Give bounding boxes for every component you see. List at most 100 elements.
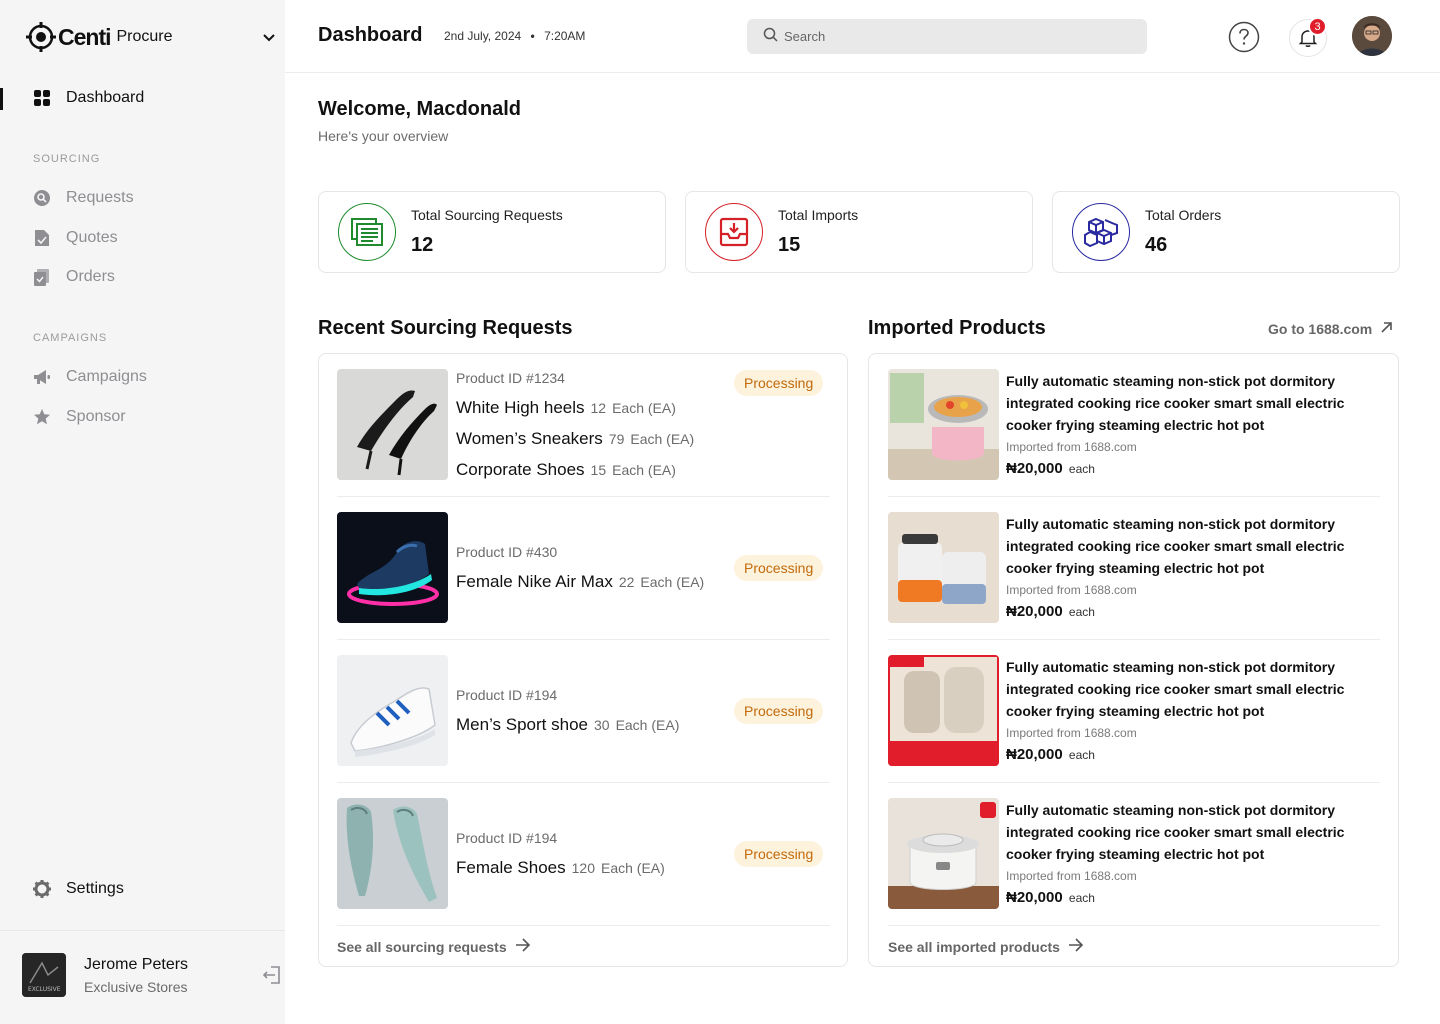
notification-badge: 3 (1308, 17, 1327, 36)
price-value: ₦20,000 (1006, 889, 1063, 906)
orders-icon (33, 268, 51, 286)
sidebar-item-settings[interactable]: Settings (33, 877, 124, 901)
user-store: Exclusive Stores (84, 979, 188, 995)
welcome-subtitle: Here's your overview (318, 128, 449, 144)
search-bar[interactable] (747, 19, 1147, 54)
list-item[interactable]: Product ID #1234 White High heels 12 Each … (337, 354, 830, 497)
price-unit: each (1068, 462, 1095, 476)
logout-icon[interactable] (262, 965, 282, 985)
time-text: 7:20AM (544, 29, 586, 43)
sidebar-item-label: Quotes (66, 229, 118, 246)
go-to-1688-link[interactable]: Go to 1688.com (1268, 321, 1393, 337)
status-badge: Processing (734, 698, 824, 724)
page-title: Dashboard (318, 24, 423, 46)
user-name: Jerome Peters (84, 956, 189, 973)
chevron-down-icon[interactable] (262, 30, 276, 44)
price-unit: each (1068, 605, 1095, 619)
list-item[interactable]: Product ID #194 Men’s Sport shoe 30 Each (… (337, 640, 830, 783)
divider (0, 930, 285, 931)
link-label: See all imported products (888, 938, 1060, 955)
list-item[interactable]: Fully automatic steaming non-stick pot d… (888, 497, 1380, 640)
stat-card-orders[interactable]: Total Orders 46 (1052, 191, 1400, 273)
stat-label: Total Orders (1145, 207, 1222, 223)
sidebar-item-orders[interactable]: Orders (33, 265, 115, 289)
item-unit: Each (EA) (612, 462, 676, 478)
request-line: Female Shoes 120 Each (EA) (456, 858, 665, 878)
gear-icon (33, 880, 51, 898)
sidebar: Centi Procure Dashboard SOURCING Request… (0, 0, 285, 1024)
brand-switcher[interactable]: Centi Procure (26, 20, 173, 54)
status-badge: Processing (734, 555, 824, 581)
product-price: ₦20,000 each (1006, 889, 1095, 906)
topbar: Dashboard 2nd July, 2024 • 7:20AM (285, 0, 1440, 73)
list-item[interactable]: Product ID #430 Female Nike Air Max 22 Eac… (337, 497, 830, 640)
sidebar-item-requests[interactable]: Requests (33, 186, 134, 210)
product-title: Fully automatic steaming non-stick pot d… (1006, 802, 1345, 862)
price-value: ₦20,000 (1006, 746, 1063, 763)
sourcing-list-icon (338, 203, 396, 261)
status-badge: Processing (734, 841, 824, 867)
stat-label: Total Sourcing Requests (411, 207, 563, 223)
product-id: Product ID #430 (456, 544, 558, 560)
list-item[interactable]: Fully automatic steaming non-stick pot d… (888, 783, 1380, 926)
sidebar-item-sponsor[interactable]: Sponsor (33, 405, 126, 429)
item-name: Female Nike Air Max (456, 572, 613, 591)
welcome-heading: Welcome, Macdonald (318, 98, 522, 120)
stat-value: 15 (778, 234, 801, 256)
request-line: Men’s Sport shoe 30 Each (EA) (456, 715, 679, 735)
avatar[interactable] (1352, 16, 1392, 56)
see-all-requests-link[interactable]: See all sourcing requests (337, 938, 531, 955)
list-item[interactable]: Fully automatic steaming non-stick pot d… (888, 640, 1380, 783)
search-icon (763, 27, 778, 47)
item-unit: Each (EA) (630, 431, 695, 447)
product-image (888, 655, 999, 766)
sidebar-item-campaigns[interactable]: Campaigns (33, 365, 147, 389)
item-qty: 120 (571, 860, 595, 876)
item-name: Men’s Sport shoe (456, 715, 588, 734)
recent-requests-title: Recent Sourcing Requests (318, 317, 573, 339)
item-name: Corporate Shoes (456, 460, 585, 479)
sidebar-item-label: Sponsor (66, 408, 126, 425)
item-unit: Each (EA) (612, 400, 676, 416)
item-qty: 12 (590, 400, 607, 416)
request-line: White High heels 12 Each (EA) (456, 398, 676, 418)
status-badge: Processing (734, 370, 824, 396)
active-indicator (0, 88, 3, 110)
list-item[interactable]: Fully automatic steaming non-stick pot d… (888, 354, 1380, 497)
boxes-icon (1072, 203, 1130, 261)
sidebar-item-label: Dashboard (66, 89, 145, 106)
request-line: Corporate Shoes 15 Each (EA) (456, 460, 676, 480)
item-unit: Each (EA) (600, 860, 665, 876)
product-source: Imported from 1688.com (1006, 440, 1137, 454)
stat-card-imports[interactable]: Total Imports 15 (685, 191, 1033, 273)
item-unit: Each (EA) (640, 574, 705, 590)
stat-card-sourcing[interactable]: Total Sourcing Requests 12 (318, 191, 666, 273)
request-line: Female Nike Air Max 22 Each (EA) (456, 572, 704, 592)
sidebar-item-label: Orders (66, 268, 115, 285)
sidebar-item-dashboard[interactable]: Dashboard (33, 86, 144, 110)
list-item[interactable]: Product ID #194 Female Shoes 120 Each (EA)… (337, 783, 830, 926)
date-text: 2nd July, 2024 (444, 29, 522, 43)
product-image (337, 512, 448, 623)
item-name: White High heels (456, 398, 585, 417)
document-icon (33, 229, 51, 247)
product-image (337, 369, 448, 480)
product-image (337, 798, 448, 909)
item-unit: Each (EA) (615, 717, 680, 733)
product-id: Product ID #194 (456, 687, 558, 703)
date-time: 2nd July, 2024 • 7:20AM (444, 29, 585, 43)
help-icon[interactable] (1227, 20, 1261, 54)
product-image (337, 655, 448, 766)
megaphone-icon (33, 368, 51, 386)
product-image (888, 369, 999, 480)
product-title: Fully automatic steaming non-stick pot d… (1006, 373, 1345, 433)
sidebar-item-quotes[interactable]: Quotes (33, 226, 118, 250)
store-avatar: EXCLUSIVE (22, 953, 66, 997)
item-qty: 79 (608, 431, 625, 447)
item-name: Women’s Sneakers (456, 429, 603, 448)
svg-text:EXCLUSIVE: EXCLUSIVE (28, 986, 61, 993)
product-id: Product ID #194 (456, 830, 558, 846)
search-input[interactable] (784, 29, 1124, 44)
see-all-imports-link[interactable]: See all imported products (888, 938, 1084, 955)
request-line: Women’s Sneakers 79 Each (EA) (456, 429, 694, 449)
